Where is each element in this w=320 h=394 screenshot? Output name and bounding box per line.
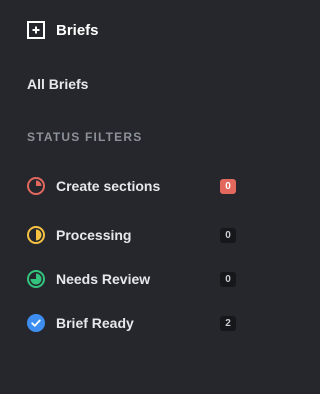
filter-brief-ready[interactable]: Brief Ready 2 bbox=[0, 301, 270, 345]
count-badge: 0 bbox=[220, 271, 236, 287]
filter-label: Needs Review bbox=[56, 271, 151, 287]
status-filters-heading: STATUS FILTERS bbox=[27, 130, 143, 144]
filter-needs-review[interactable]: Needs Review 0 bbox=[0, 257, 270, 301]
check-circle-icon bbox=[27, 314, 45, 332]
all-briefs-link[interactable]: All Briefs bbox=[27, 76, 88, 92]
count-badge: 2 bbox=[220, 315, 236, 331]
count-badge: 0 bbox=[220, 227, 236, 243]
filter-label: Processing bbox=[56, 227, 132, 243]
filter-create-sections[interactable]: Create sections 0 bbox=[0, 169, 270, 203]
pie-quarter-icon bbox=[27, 177, 45, 195]
half-circle-icon bbox=[27, 226, 45, 244]
status-filter-list: Create sections 0 Processing 0 Needs Rev… bbox=[0, 169, 270, 345]
filter-label: Create sections bbox=[56, 178, 161, 194]
count-badge: 0 bbox=[220, 178, 236, 194]
sidebar: Briefs All Briefs STATUS FILTERS Create … bbox=[0, 0, 270, 394]
brief-plus-icon bbox=[27, 21, 45, 39]
filter-label: Brief Ready bbox=[56, 315, 134, 331]
filter-processing[interactable]: Processing 0 bbox=[0, 213, 270, 257]
briefs-header[interactable]: Briefs bbox=[27, 20, 99, 40]
page-title: Briefs bbox=[56, 21, 99, 39]
pie-three-quarter-icon bbox=[27, 270, 45, 288]
